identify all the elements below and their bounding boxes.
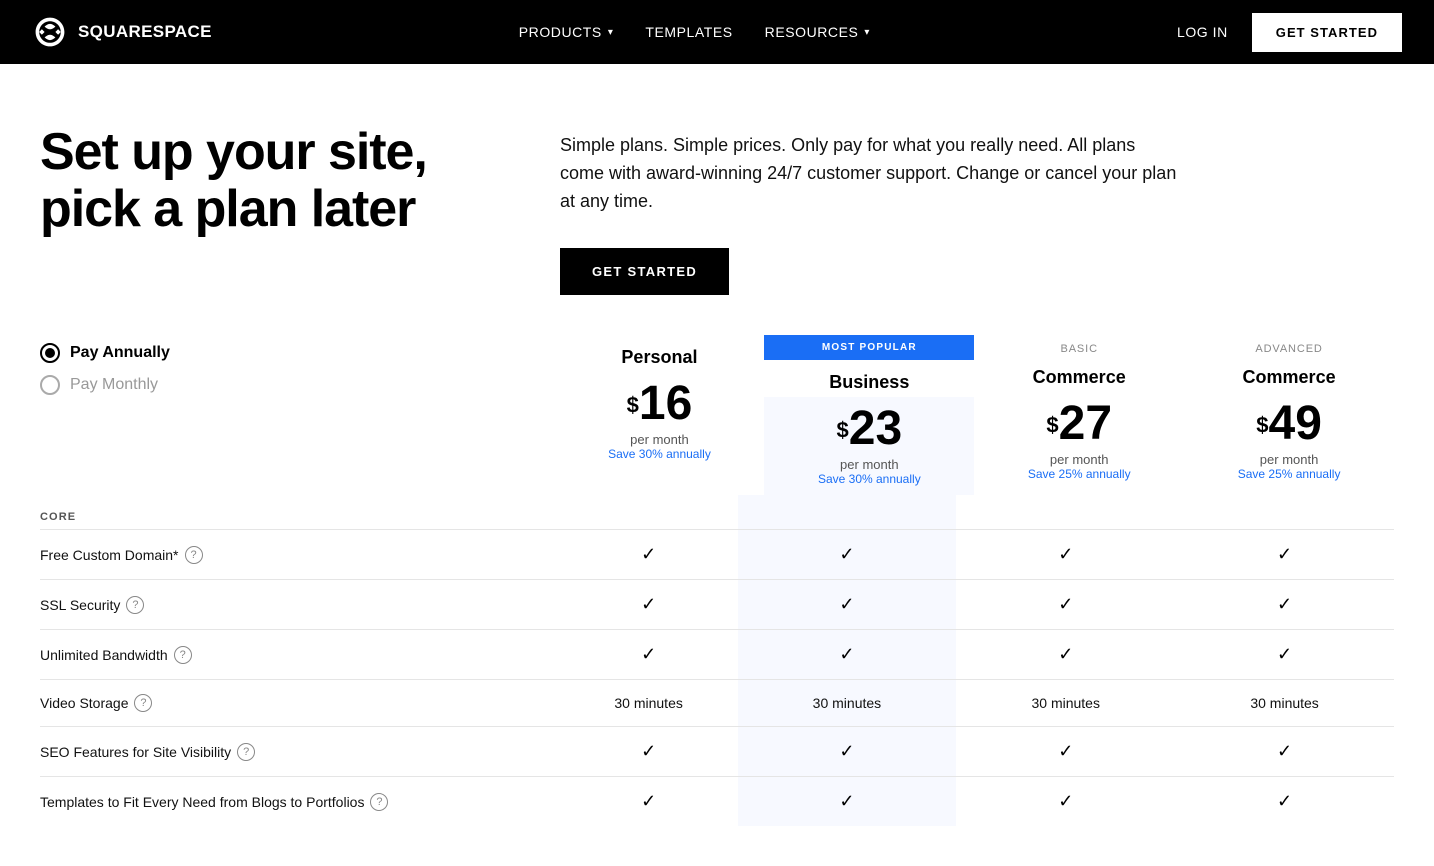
- nav-links: PRODUCTS ▾ TEMPLATES RESOURCES ▾: [519, 24, 870, 40]
- info-icon-templates[interactable]: ?: [370, 793, 388, 811]
- plan-commerce-advanced-sub: ADVANCED: [1184, 335, 1394, 355]
- radio-selected-dot: [45, 348, 55, 358]
- feature-row-ssl: SSL Security ? ✓ ✓ ✓ ✓: [40, 580, 1394, 630]
- info-icon-video[interactable]: ?: [134, 694, 152, 712]
- plan-commerce-basic-save: Save 25% annually: [974, 467, 1184, 491]
- hero-left: Set up your site, pick a plan later: [40, 124, 520, 295]
- plan-commerce-advanced-save: Save 25% annually: [1184, 467, 1394, 491]
- hero-title: Set up your site, pick a plan later: [40, 124, 520, 238]
- templates-business-check: ✓: [738, 777, 957, 827]
- info-icon-bandwidth[interactable]: ?: [174, 646, 192, 664]
- seo-commerce-basic-check: ✓: [956, 727, 1175, 777]
- plan-personal-price: $16: [555, 372, 765, 432]
- info-icon-domain[interactable]: ?: [185, 546, 203, 564]
- video-business-value: 30 minutes: [738, 680, 957, 727]
- plan-commerce-basic-per-month: per month: [974, 452, 1184, 467]
- templates-commerce-advanced-check: ✓: [1175, 777, 1394, 827]
- plan-business-price: $23: [764, 397, 974, 457]
- video-commerce-advanced-value: 30 minutes: [1175, 680, 1394, 727]
- video-commerce-basic-value: 30 minutes: [956, 680, 1175, 727]
- seo-commerce-advanced-check: ✓: [1175, 727, 1394, 777]
- chevron-down-icon: ▾: [864, 27, 870, 38]
- hero-section: Set up your site, pick a plan later Simp…: [0, 64, 1434, 335]
- hero-description: Simple plans. Simple prices. Only pay fo…: [560, 132, 1180, 216]
- chevron-down-icon: ▾: [608, 27, 614, 38]
- feature-bandwidth-name: Unlimited Bandwidth ?: [40, 646, 552, 664]
- plan-commerce-basic-name: Commerce: [974, 355, 1184, 392]
- feature-row-seo: SEO Features for Site Visibility ? ✓ ✓ ✓…: [40, 727, 1394, 777]
- domain-commerce-advanced-check: ✓: [1175, 530, 1394, 580]
- domain-commerce-basic-check: ✓: [956, 530, 1175, 580]
- domain-personal-check: ✓: [560, 530, 738, 580]
- video-personal-value: 30 minutes: [560, 680, 738, 727]
- templates-commerce-basic-check: ✓: [956, 777, 1175, 827]
- bandwidth-commerce-advanced-check: ✓: [1175, 630, 1394, 680]
- feature-video-name: Video Storage ?: [40, 694, 552, 712]
- feature-domain-name: Free Custom Domain* ?: [40, 546, 552, 564]
- ssl-commerce-advanced-check: ✓: [1175, 580, 1394, 630]
- logo[interactable]: SQUARESPACE: [32, 14, 212, 50]
- plan-personal-name: Personal: [555, 335, 765, 372]
- plan-commerce-advanced-name: Commerce: [1184, 355, 1394, 392]
- core-section-row: CORE: [40, 495, 1394, 530]
- features-table: CORE Free Custom Domain* ? ✓ ✓ ✓ ✓: [40, 495, 1394, 826]
- plan-commerce-advanced-price: $49: [1184, 392, 1394, 452]
- login-button[interactable]: LOG IN: [1177, 24, 1228, 40]
- feature-ssl-name: SSL Security ?: [40, 596, 552, 614]
- pay-annually-option[interactable]: Pay Annually: [40, 343, 539, 363]
- plan-personal-per-month: per month: [555, 432, 765, 447]
- feature-seo-name: SEO Features for Site Visibility ?: [40, 743, 552, 761]
- pay-monthly-label: Pay Monthly: [70, 376, 158, 394]
- plan-commerce-basic-header: BASIC Commerce $27 per month Save 25% an…: [974, 335, 1184, 496]
- nav-right: LOG IN GET STARTED: [1177, 13, 1402, 52]
- templates-personal-check: ✓: [560, 777, 738, 827]
- feature-row-video: Video Storage ? 30 minutes 30 minutes 30…: [40, 680, 1394, 727]
- plan-business-header: MOST POPULAR Business $23 per month Save…: [764, 335, 974, 496]
- info-icon-seo[interactable]: ?: [237, 743, 255, 761]
- plan-commerce-basic-sub: BASIC: [974, 335, 1184, 355]
- core-label: CORE: [40, 495, 560, 530]
- hero-right: Simple plans. Simple prices. Only pay fo…: [560, 124, 1394, 295]
- billing-toggle-container: Pay Annually Pay Monthly: [40, 335, 555, 427]
- domain-business-check: ✓: [738, 530, 957, 580]
- plan-commerce-advanced-header: ADVANCED Commerce $49 per month Save 25%…: [1184, 335, 1394, 496]
- pay-annually-label: Pay Annually: [70, 344, 170, 362]
- feature-row-templates: Templates to Fit Every Need from Blogs t…: [40, 777, 1394, 827]
- pay-monthly-radio[interactable]: [40, 375, 60, 395]
- bandwidth-business-check: ✓: [738, 630, 957, 680]
- bandwidth-personal-check: ✓: [560, 630, 738, 680]
- most-popular-banner: MOST POPULAR: [764, 335, 974, 360]
- nav-products[interactable]: PRODUCTS ▾: [519, 24, 614, 40]
- feature-row-domain: Free Custom Domain* ? ✓ ✓ ✓ ✓: [40, 530, 1394, 580]
- plan-personal-header: Personal $16 per month Save 30% annually: [555, 335, 765, 496]
- nav-get-started-button[interactable]: GET STARTED: [1252, 13, 1402, 52]
- plan-personal-save: Save 30% annually: [555, 447, 765, 471]
- plan-commerce-basic-price: $27: [974, 392, 1184, 452]
- seo-business-check: ✓: [738, 727, 957, 777]
- ssl-commerce-basic-check: ✓: [956, 580, 1175, 630]
- bandwidth-commerce-basic-check: ✓: [956, 630, 1175, 680]
- billing-toggle: Pay Annually Pay Monthly: [40, 343, 539, 395]
- feature-row-bandwidth: Unlimited Bandwidth ? ✓ ✓ ✓ ✓: [40, 630, 1394, 680]
- logo-text: SQUARESPACE: [78, 22, 212, 42]
- feature-templates-name: Templates to Fit Every Need from Blogs t…: [40, 793, 552, 811]
- ssl-personal-check: ✓: [560, 580, 738, 630]
- hero-get-started-button[interactable]: GET STARTED: [560, 248, 729, 295]
- nav-templates[interactable]: TEMPLATES: [645, 24, 732, 40]
- seo-personal-check: ✓: [560, 727, 738, 777]
- info-icon-ssl[interactable]: ?: [126, 596, 144, 614]
- pricing-section: Pay Annually Pay Monthly Personal $16 pe…: [0, 335, 1434, 866]
- pay-annually-radio[interactable]: [40, 343, 60, 363]
- pay-monthly-option[interactable]: Pay Monthly: [40, 375, 539, 395]
- plan-headers: Personal $16 per month Save 30% annually…: [555, 335, 1394, 496]
- ssl-business-check: ✓: [738, 580, 957, 630]
- navbar: SQUARESPACE PRODUCTS ▾ TEMPLATES RESOURC…: [0, 0, 1434, 64]
- plan-business-save: Save 30% annually: [764, 472, 974, 496]
- plan-commerce-advanced-per-month: per month: [1184, 452, 1394, 467]
- plan-business-name: Business: [764, 360, 974, 397]
- nav-resources[interactable]: RESOURCES ▾: [765, 24, 870, 40]
- plan-business-per-month: per month: [764, 457, 974, 472]
